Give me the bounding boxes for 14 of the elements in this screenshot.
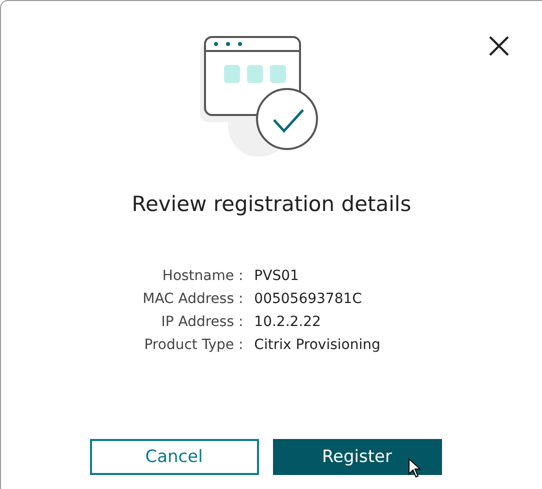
field-label: Product Type : (143, 336, 244, 355)
dialog-title: Review registration details (132, 191, 412, 218)
pointer-icon (408, 458, 422, 478)
field-value: 10.2.2.22 (254, 313, 322, 332)
close-icon (488, 35, 510, 57)
register-button[interactable]: Register (272, 439, 442, 475)
field-label: Hostname : (161, 267, 244, 286)
field-label: MAC Address : (142, 290, 244, 309)
field-value: Citrix Provisioning (254, 336, 380, 355)
field-label: IP Address : (160, 313, 244, 332)
field-value: 00505693781C (254, 290, 363, 309)
cancel-button[interactable]: Cancel (90, 439, 258, 475)
field-value: PVS01 (254, 267, 300, 286)
close-button[interactable] (488, 35, 510, 57)
